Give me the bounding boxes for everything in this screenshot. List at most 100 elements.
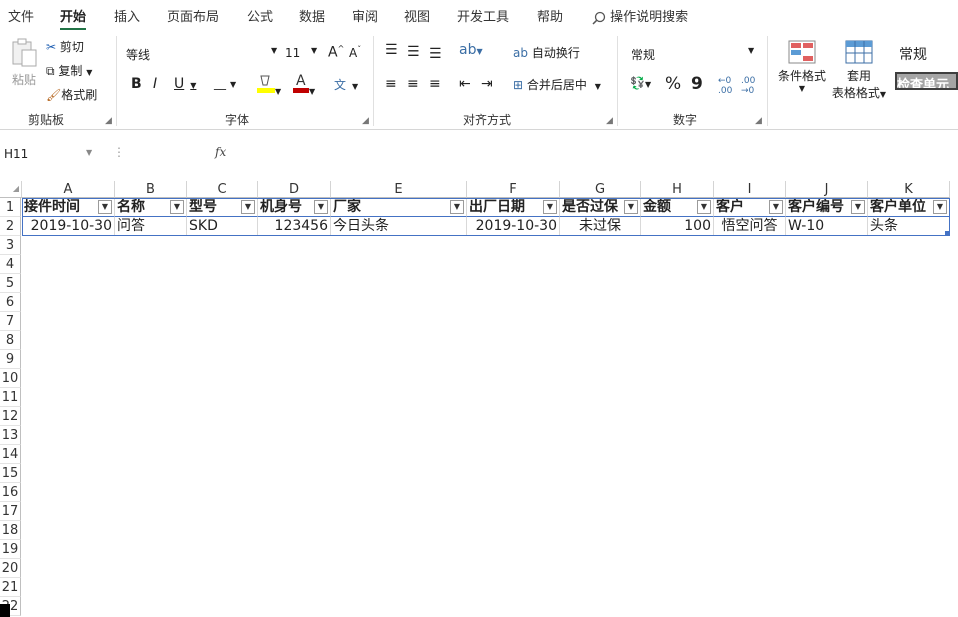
tab-view[interactable]: 视图 <box>404 6 430 25</box>
orientation-button[interactable]: ab▼ <box>459 42 483 58</box>
italic-button[interactable]: I <box>153 76 157 92</box>
row-header-2[interactable]: 2 <box>0 217 21 236</box>
increase-indent-button[interactable]: ⇥ <box>481 76 493 92</box>
font-color-button[interactable]: A ▼ <box>293 72 315 97</box>
table-header-D[interactable]: 机身号 ▼ <box>258 198 331 217</box>
style-check-cell[interactable]: 检查单元 <box>895 72 958 90</box>
column-header-G[interactable]: G <box>560 181 641 198</box>
filter-dropdown-icon[interactable]: ▼ <box>624 200 638 214</box>
row-header-15[interactable]: 15 <box>0 464 21 483</box>
paste-button[interactable]: 粘贴 <box>8 38 40 96</box>
data-cell-B2[interactable]: 问答 <box>115 217 187 236</box>
table-header-A[interactable]: 接件时间 ▼ <box>22 198 115 217</box>
row-header-4[interactable]: 4 <box>0 255 21 274</box>
row-header-11[interactable]: 11 <box>0 388 21 407</box>
table-header-B[interactable]: 名称 ▼ <box>115 198 187 217</box>
fill-color-button[interactable]: ▼ <box>257 72 281 97</box>
tab-review[interactable]: 审阅 <box>352 6 378 25</box>
comma-button[interactable]: 9 <box>691 74 703 94</box>
font-size-select[interactable]: 11 ▼ <box>285 46 319 60</box>
row-header-10[interactable]: 10 <box>0 369 21 388</box>
align-right-button[interactable]: ≡ <box>429 76 441 92</box>
tab-help[interactable]: 帮助 <box>537 6 563 25</box>
filter-dropdown-icon[interactable]: ▼ <box>851 200 865 214</box>
table-header-J[interactable]: 客户编号 ▼ <box>786 198 868 217</box>
data-cell-K2[interactable]: 头条 <box>868 217 950 236</box>
align-middle-button[interactable]: ☰ <box>407 44 420 60</box>
filter-dropdown-icon[interactable]: ▼ <box>314 200 328 214</box>
grow-font-button[interactable]: A^ <box>328 44 344 61</box>
table-header-E[interactable]: 厂家 ▼ <box>331 198 467 217</box>
row-header-20[interactable]: 20 <box>0 559 21 578</box>
row-header-7[interactable]: 7 <box>0 312 21 331</box>
table-header-I[interactable]: 客户 ▼ <box>714 198 786 217</box>
data-cell-J2[interactable]: W-10 <box>786 217 868 236</box>
column-header-I[interactable]: I <box>714 181 786 198</box>
dialog-launcher-icon[interactable]: ◢ <box>362 116 369 126</box>
dialog-launcher-icon[interactable]: ◢ <box>755 116 762 126</box>
bold-button[interactable]: B <box>131 76 142 92</box>
number-format-select[interactable]: 常规 ▼ <box>631 46 757 63</box>
tab-insert[interactable]: 插入 <box>114 6 140 25</box>
row-header-21[interactable]: 21 <box>0 578 21 597</box>
row-header-17[interactable]: 17 <box>0 502 21 521</box>
data-cell-E2[interactable]: 今日头条 <box>331 217 467 236</box>
dialog-launcher-icon[interactable]: ◢ <box>606 116 613 126</box>
row-header-8[interactable]: 8 <box>0 331 21 350</box>
data-cell-H2[interactable]: 100 <box>641 217 714 236</box>
row-header-19[interactable]: 19 <box>0 540 21 559</box>
cut-button[interactable]: ✂ 剪切 <box>46 38 84 55</box>
filter-dropdown-icon[interactable]: ▼ <box>697 200 711 214</box>
column-header-A[interactable]: A <box>22 181 115 198</box>
format-as-table-button[interactable]: 套用 表格格式▼ <box>829 40 889 101</box>
table-header-G[interactable]: 是否过保 ▼ <box>560 198 641 217</box>
table-header-K[interactable]: 客户单位 ▼ <box>868 198 950 217</box>
tab-data[interactable]: 数据 <box>299 6 325 25</box>
tab-page-layout[interactable]: 页面布局 <box>167 6 219 25</box>
column-header-D[interactable]: D <box>258 181 331 198</box>
data-cell-I2[interactable]: 悟空问答 <box>714 217 786 236</box>
column-header-F[interactable]: F <box>467 181 560 198</box>
table-header-C[interactable]: 型号 ▼ <box>187 198 258 217</box>
tab-developer[interactable]: 开发工具 <box>457 6 509 25</box>
filter-dropdown-icon[interactable]: ▼ <box>450 200 464 214</box>
insert-function-icon[interactable]: fx <box>215 145 226 159</box>
style-normal[interactable]: 常规 <box>899 44 927 64</box>
font-name-select[interactable]: 等线 ▼ <box>126 46 277 63</box>
tab-formulas[interactable]: 公式 <box>247 6 273 25</box>
row-header-18[interactable]: 18 <box>0 521 21 540</box>
conditional-formatting-button[interactable]: 条件格式 ▼ <box>776 40 828 93</box>
percent-button[interactable]: % <box>665 74 681 94</box>
column-header-H[interactable]: H <box>641 181 714 198</box>
filter-dropdown-icon[interactable]: ▼ <box>769 200 783 214</box>
filter-dropdown-icon[interactable]: ▼ <box>241 200 255 214</box>
column-header-E[interactable]: E <box>331 181 467 198</box>
data-cell-D2[interactable]: 123456 <box>258 217 331 236</box>
align-left-button[interactable]: ≡ <box>385 76 397 92</box>
row-header-5[interactable]: 5 <box>0 274 21 293</box>
copy-button[interactable]: ⧉ 复制 ▼ <box>46 62 92 79</box>
format-painter-button[interactable]: 🖌格式刷 <box>46 86 97 103</box>
select-all-corner[interactable]: ◢ <box>0 181 22 198</box>
decrease-decimal-button[interactable]: .00 →0 <box>741 76 755 96</box>
borders-button[interactable]: __ ▼ <box>214 76 236 90</box>
row-header-14[interactable]: 14 <box>0 445 21 464</box>
align-top-button[interactable]: ☰ <box>385 42 398 58</box>
row-header-1[interactable]: 1 <box>0 198 21 217</box>
tab-file[interactable]: 文件 <box>8 6 34 25</box>
worksheet-grid[interactable]: ◢ A B C D E F G H I J K 1 2 3 4 5 6 7 8 9 10 11 12 13 14 15 16 17 18 1… <box>0 181 958 617</box>
name-box[interactable]: H11 <box>4 147 28 161</box>
shrink-font-button[interactable]: Aˇ <box>349 45 361 60</box>
filter-dropdown-icon[interactable]: ▼ <box>98 200 112 214</box>
tab-home[interactable]: 开始 <box>60 6 87 30</box>
wrap-text-button[interactable]: ab 自动换行 <box>513 44 580 61</box>
table-resize-handle[interactable] <box>945 231 949 235</box>
table-header-F[interactable]: 出厂日期 ▼ <box>467 198 560 217</box>
merge-center-button[interactable]: ⊞ 合并后居中 ▼ <box>513 76 601 93</box>
chevron-down-icon[interactable]: ▼ <box>86 148 92 157</box>
increase-decimal-button[interactable]: ←0.00 <box>718 76 732 96</box>
align-center-button[interactable]: ≡ <box>407 76 419 92</box>
row-header-3[interactable]: 3 <box>0 236 21 255</box>
data-cell-C2[interactable]: SKD <box>187 217 258 236</box>
underline-button[interactable]: U ▼ <box>174 76 196 92</box>
